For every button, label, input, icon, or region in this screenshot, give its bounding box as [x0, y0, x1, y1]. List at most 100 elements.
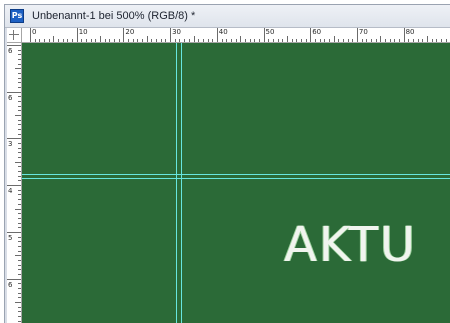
ruler-tick	[389, 39, 391, 42]
ruler-tick	[15, 255, 21, 257]
ruler-tick	[18, 217, 21, 219]
ruler-tick	[128, 39, 130, 42]
ruler-tick	[361, 39, 363, 42]
document-title-bar[interactable]: Ps Unbenannt-1 bei 500% (RGB/8) *	[5, 5, 450, 28]
ruler-tick	[86, 39, 87, 42]
ruler-tick	[18, 283, 21, 285]
ruler-tick	[174, 39, 176, 42]
ruler-tick	[408, 39, 410, 42]
ruler-tick	[109, 39, 111, 42]
horizontal-guide[interactable]	[22, 178, 450, 179]
vertical-ruler[interactable]: 6 6 3 4 5 6	[7, 43, 22, 323]
ruler-tick	[18, 320, 21, 322]
ruler-tick	[44, 39, 45, 42]
ruler-tick	[296, 39, 298, 42]
ruler-tick	[165, 39, 167, 42]
ruler-tick	[81, 39, 83, 42]
ruler-tick	[18, 199, 21, 201]
ruler-tick	[18, 292, 21, 294]
ruler-tick	[370, 39, 372, 42]
ruler-tick	[100, 36, 102, 42]
ruler-tick	[18, 269, 21, 271]
ruler-tick	[160, 39, 162, 42]
ruler-tick	[221, 39, 223, 42]
ruler-tick	[137, 39, 139, 42]
ruler-tick	[314, 39, 316, 42]
ruler-tick	[18, 157, 21, 159]
ruler-tick	[18, 133, 21, 135]
ruler-tick	[15, 115, 21, 117]
ruler-label: 10	[78, 28, 88, 36]
ruler-tick	[394, 39, 396, 42]
ruler-tick	[90, 39, 92, 42]
vertical-guide[interactable]	[176, 43, 177, 323]
horizontal-guide[interactable]	[22, 174, 450, 175]
ruler-label: 80	[405, 28, 415, 36]
ruler-tick	[156, 39, 158, 42]
photoshop-app-icon: Ps	[10, 9, 24, 23]
ruler-tick	[34, 39, 36, 42]
ruler-tick	[58, 39, 59, 42]
ruler-origin-corner[interactable]	[7, 28, 22, 43]
ruler-tick	[62, 39, 64, 42]
ruler-tick	[216, 28, 218, 42]
ruler-tick	[193, 36, 195, 42]
ruler-tick	[123, 28, 125, 42]
ruler-tick	[18, 171, 21, 173]
ruler-tick	[18, 297, 21, 299]
ruler-tick	[324, 39, 326, 42]
ruler-tick	[67, 39, 69, 42]
ruler-tick	[18, 259, 21, 261]
ruler-tick	[212, 39, 214, 42]
ruler-label: 5	[8, 233, 13, 242]
ruler-tick	[319, 39, 321, 42]
ruler-tick	[179, 39, 181, 42]
ruler-tick	[18, 273, 21, 275]
ruler-label: 6	[8, 47, 13, 55]
ruler-tick	[445, 39, 447, 42]
horizontal-ruler[interactable]: 010203040506070809	[22, 28, 450, 43]
image-canvas[interactable]: AKTU	[22, 43, 450, 323]
vertical-guide[interactable]	[181, 43, 182, 323]
ruler-tick	[18, 143, 21, 145]
ruler-tick	[53, 36, 55, 42]
ruler-tick	[277, 39, 279, 42]
ruler-tick	[18, 119, 21, 121]
ruler-tick	[305, 39, 307, 42]
ruler-tick	[18, 213, 21, 215]
ruler-label: 6	[8, 93, 13, 102]
ruler-tick	[18, 54, 21, 56]
ruler-tick	[398, 39, 400, 42]
ruler-tick	[226, 39, 228, 42]
ruler-tick	[18, 77, 21, 79]
ruler-tick	[15, 208, 21, 210]
ruler-tick	[18, 63, 21, 65]
ruler-tick	[18, 315, 21, 317]
ruler-label: 20	[125, 28, 135, 36]
ruler-tick	[207, 39, 209, 42]
ruler-tick	[18, 287, 21, 289]
ruler-label: 6	[8, 280, 13, 289]
ruler-tick	[146, 36, 148, 42]
ruler-tick	[18, 166, 21, 168]
ruler-tick	[18, 152, 21, 154]
ruler-tick	[142, 39, 144, 42]
ruler-tick	[380, 36, 382, 42]
ruler-tick	[286, 36, 288, 42]
ruler-label: 0	[32, 28, 37, 36]
ruler-tick	[441, 39, 442, 42]
ruler-tick	[417, 39, 419, 42]
ruler-tick	[7, 45, 21, 46]
ruler-tick	[15, 161, 21, 163]
ruler-tick	[18, 105, 21, 107]
ruler-tick	[48, 39, 50, 42]
ruler-tick	[244, 39, 246, 42]
ruler-tick	[18, 87, 21, 88]
ruler-tick	[18, 189, 21, 191]
ruler-tick	[366, 39, 368, 42]
ruler-label: 70	[358, 28, 368, 36]
ruler-tick	[95, 39, 97, 42]
ruler-tick	[235, 39, 237, 42]
ruler-tick	[18, 73, 21, 74]
ruler-tick	[436, 39, 438, 42]
